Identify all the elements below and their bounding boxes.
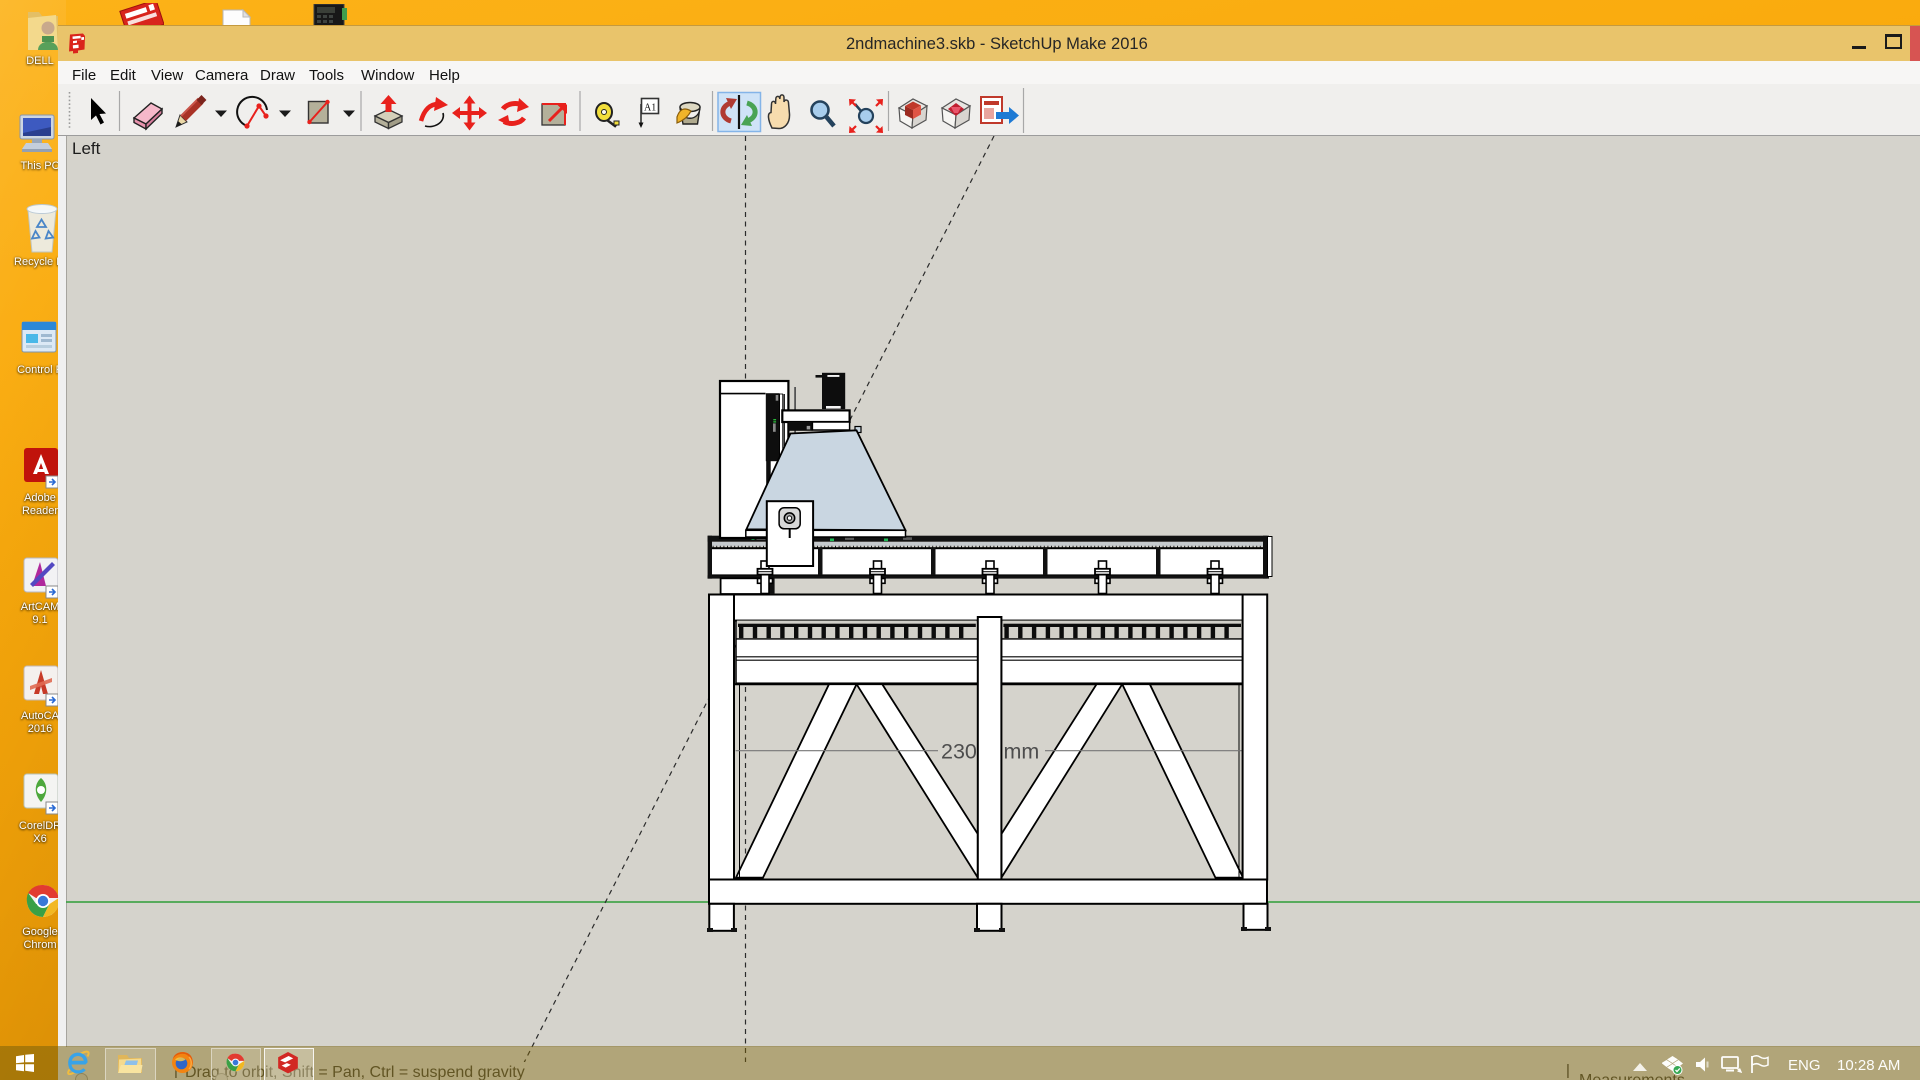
svg-text:A1: A1 bbox=[644, 103, 656, 114]
svg-text:mm: mm bbox=[1004, 740, 1040, 764]
